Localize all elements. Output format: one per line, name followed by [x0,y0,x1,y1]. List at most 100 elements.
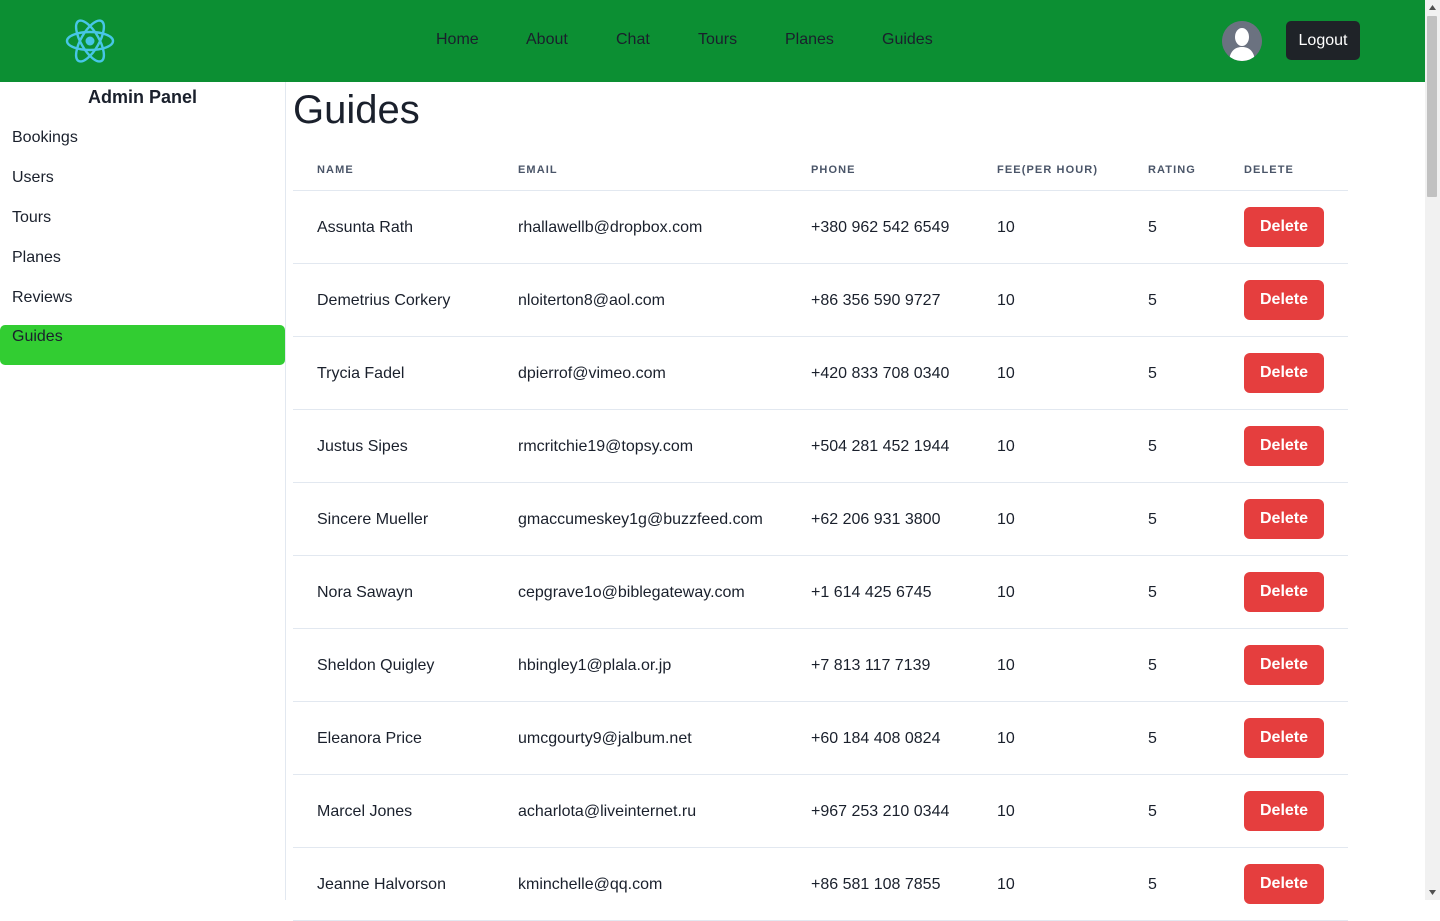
cell-email: kminchelle@qq.com [518,876,663,893]
cell-rating: 5 [1148,438,1157,455]
delete-button[interactable]: Delete [1244,718,1324,758]
cell-rating: 5 [1148,657,1157,674]
cell-name: Sincere Mueller [317,511,429,528]
cell-email: gmaccumeskey1g@buzzfeed.com [518,511,763,528]
cell-rating: 5 [1148,876,1157,893]
cell-fee: 10 [997,803,1015,820]
logout-button[interactable]: Logout [1286,21,1360,60]
sidebar-item-planes[interactable]: Planes [0,246,285,286]
delete-button[interactable]: Delete [1244,280,1324,320]
cell-rating: 5 [1148,803,1157,820]
nav-planes-link[interactable]: Planes [785,30,834,50]
delete-button[interactable]: Delete [1244,791,1324,831]
top-navbar: Home About Chat Tours Planes Guides Logo… [0,0,1425,82]
cell-email: cepgrave1o@biblegateway.com [518,584,745,601]
sidebar-item-bookings[interactable]: Bookings [0,126,285,166]
delete-button[interactable]: Delete [1244,207,1324,247]
column-header-name: NAME [317,164,354,176]
cell-fee: 10 [997,365,1015,382]
cell-phone: +504 281 452 1944 [811,438,950,455]
cell-rating: 5 [1148,584,1157,601]
vertical-scrollbar[interactable] [1425,0,1440,900]
page-title: Guides [293,88,420,132]
nav-chat-link[interactable]: Chat [616,30,650,50]
user-avatar-icon[interactable] [1222,21,1262,61]
cell-email: rhallawellb@dropbox.com [518,219,703,236]
sidebar-item-tours[interactable]: Tours [0,206,285,246]
sidebar-item-label: Planes [12,249,61,266]
cell-phone: +967 253 210 0344 [811,803,950,820]
table-row: Marcel Jones acharlota@liveinternet.ru +96… [293,775,1348,848]
delete-button[interactable]: Delete [1244,426,1324,466]
cell-fee: 10 [997,438,1015,455]
cell-rating: 5 [1148,511,1157,528]
cell-phone: +60 184 408 0824 [811,730,941,747]
sidebar-item-label: Users [12,169,54,186]
admin-sidebar: Admin Panel Bookings Users Tours Planes … [0,82,286,900]
cell-phone: +62 206 931 3800 [811,511,941,528]
sidebar-item-label: Tours [12,209,52,226]
cell-phone: +86 356 590 9727 [811,292,941,309]
scroll-down-arrow-icon[interactable] [1425,885,1440,900]
delete-button[interactable]: Delete [1244,572,1324,612]
cell-phone: +86 581 108 7855 [811,876,941,893]
cell-phone: +420 833 708 0340 [811,365,950,382]
cell-email: acharlota@liveinternet.ru [518,803,697,820]
delete-button[interactable]: Delete [1244,353,1324,393]
scroll-up-arrow-icon[interactable] [1425,0,1440,15]
table-row: Assunta Rath rhallawellb@dropbox.com +380 … [293,191,1348,264]
table-row: Justus Sipes rmcritchie19@topsy.com +504 2… [293,410,1348,483]
cell-name: Justus Sipes [317,438,408,455]
table-row: Sincere Mueller gmaccumeskey1g@buzzfeed.c… [293,483,1348,556]
table-row: Demetrius Corkery nloiterton8@aol.com +86 … [293,264,1348,337]
cell-email: rmcritchie19@topsy.com [518,438,694,455]
column-header-phone: PHONE [811,164,856,176]
cell-name: Marcel Jones [317,803,413,820]
cell-email: umcgourty9@jalbum.net [518,730,692,747]
cell-fee: 10 [997,730,1015,747]
cell-fee: 10 [997,292,1015,309]
sidebar-item-label: Guides [12,328,63,345]
cell-name: Eleanora Price [317,730,422,747]
nav-about-link[interactable]: About [526,30,568,50]
column-header-email: EMAIL [518,164,558,176]
cell-email: dpierrof@vimeo.com [518,365,666,382]
column-header-fee: FEE(PER HOUR) [997,164,1099,176]
sidebar-item-label: Bookings [12,129,78,146]
cell-rating: 5 [1148,730,1157,747]
column-header-rating: RATING [1148,164,1196,176]
delete-button[interactable]: Delete [1244,645,1324,685]
table-row: Nora Sawayn cepgrave1o@biblegateway.com +1… [293,556,1348,629]
sidebar-item-label: Reviews [12,289,73,306]
delete-button[interactable]: Delete [1244,499,1324,539]
cell-fee: 10 [997,876,1015,893]
cell-rating: 5 [1148,292,1157,309]
cell-name: Sheldon Quigley [317,657,435,674]
table-row: Sheldon Quigley hbingley1@plala.or.jp +7 8… [293,629,1348,702]
cell-fee: 10 [997,657,1015,674]
nav-guides-link[interactable]: Guides [882,30,933,50]
nav-home-link[interactable]: Home [436,30,479,50]
table-row: Eleanora Price umcgourty9@jalbum.net +60 1… [293,702,1348,775]
cell-name: Jeanne Halvorson [317,876,446,893]
cell-fee: 10 [997,584,1015,601]
cell-name: Demetrius Corkery [317,292,451,309]
main-nav: Home About Chat Tours Planes Guides [0,0,1425,82]
delete-button[interactable]: Delete [1244,864,1324,904]
cell-fee: 10 [997,219,1015,236]
column-header-delete: DELETE [1244,164,1294,176]
sidebar-item-guides[interactable]: Guides [0,325,285,365]
nav-tours-link[interactable]: Tours [698,30,737,50]
cell-phone: +380 962 542 6549 [811,219,950,236]
sidebar-item-reviews[interactable]: Reviews [0,286,285,326]
cell-email: nloiterton8@aol.com [518,292,665,309]
cell-rating: 5 [1148,365,1157,382]
sidebar-title: Admin Panel [87,87,198,107]
cell-email: hbingley1@plala.or.jp [518,657,672,674]
cell-name: Nora Sawayn [317,584,414,601]
cell-rating: 5 [1148,219,1157,236]
table-header: NAME EMAIL PHONE FEE(PER HOUR) RATING DE… [293,160,1348,191]
cell-phone: +7 813 117 7139 [811,657,931,674]
scrollbar-thumb[interactable] [1427,16,1437,197]
sidebar-item-users[interactable]: Users [0,166,285,206]
